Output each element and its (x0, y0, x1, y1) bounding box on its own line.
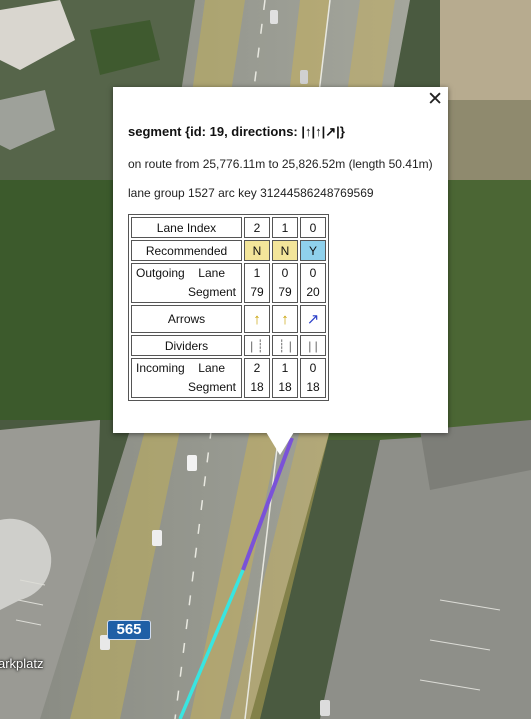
lane-table: Lane Index 2 1 0 Recommended N N Y Outgo… (128, 214, 329, 401)
arrows-label: Arrows (131, 305, 242, 333)
lane-index-cell: 0 (300, 217, 326, 238)
popup-pointer (266, 432, 294, 455)
arrow-straight-icon: ↑ (272, 305, 298, 333)
divider-cell: | | (300, 335, 326, 356)
arrow-slight-right-icon: ↗ (300, 305, 326, 333)
row-recommended: Recommended N N Y (131, 240, 326, 261)
incoming-label: Incoming (136, 361, 185, 375)
recommended-cell: N (272, 240, 298, 261)
lane-index-cell: 1 (272, 217, 298, 238)
route-info: on route from 25,776.11m to 25,826.52m (… (128, 157, 433, 171)
route-shield: 565 (107, 620, 151, 640)
dividers-label: Dividers (131, 335, 242, 356)
arrow-straight-icon: ↑ (244, 305, 270, 333)
incoming-segment-label: Segment (187, 380, 236, 394)
row-lane-index: Lane Index 2 1 0 (131, 217, 326, 238)
incoming-cell: 0 18 (300, 358, 326, 398)
outgoing-cell: 1 79 (244, 263, 270, 303)
segment-info-popup: ✕ segment {id: 19, directions: |↑|↑|↗|} … (113, 87, 448, 433)
row-arrows: Arrows ↑ ↑ ↗ (131, 305, 326, 333)
outgoing-label: Outgoing (136, 266, 185, 280)
row-dividers: Dividers | ┊ ┊ | | | (131, 335, 326, 356)
outgoing-lane-label: Lane (198, 266, 225, 280)
incoming-cell: 2 18 (244, 358, 270, 398)
outgoing-header: Outgoing Lane Segment (131, 263, 242, 303)
recommended-cell: N (244, 240, 270, 261)
segment-title: segment {id: 19, directions: |↑|↑|↗|} (128, 124, 345, 139)
row-incoming: Incoming Lane Segment 2 18 1 18 0 18 (131, 358, 326, 398)
incoming-cell: 1 18 (272, 358, 298, 398)
outgoing-cell: 0 79 (272, 263, 298, 303)
recommended-cell: Y (300, 240, 326, 261)
incoming-header: Incoming Lane Segment (131, 358, 242, 398)
divider-cell: | ┊ (244, 335, 270, 356)
lane-index-cell: 2 (244, 217, 270, 238)
close-icon[interactable]: ✕ (427, 89, 443, 109)
row-outgoing: Outgoing Lane Segment 1 79 0 79 0 20 (131, 263, 326, 303)
incoming-lane-label: Lane (198, 361, 225, 375)
outgoing-segment-label: Segment (187, 285, 236, 299)
lane-group-info: lane group 1527 arc key 3124458624876956… (128, 186, 374, 200)
outgoing-cell: 0 20 (300, 263, 326, 303)
lane-index-label: Lane Index (131, 217, 242, 238)
divider-cell: ┊ | (272, 335, 298, 356)
place-label: arkplatz (0, 656, 44, 671)
recommended-label: Recommended (131, 240, 242, 261)
